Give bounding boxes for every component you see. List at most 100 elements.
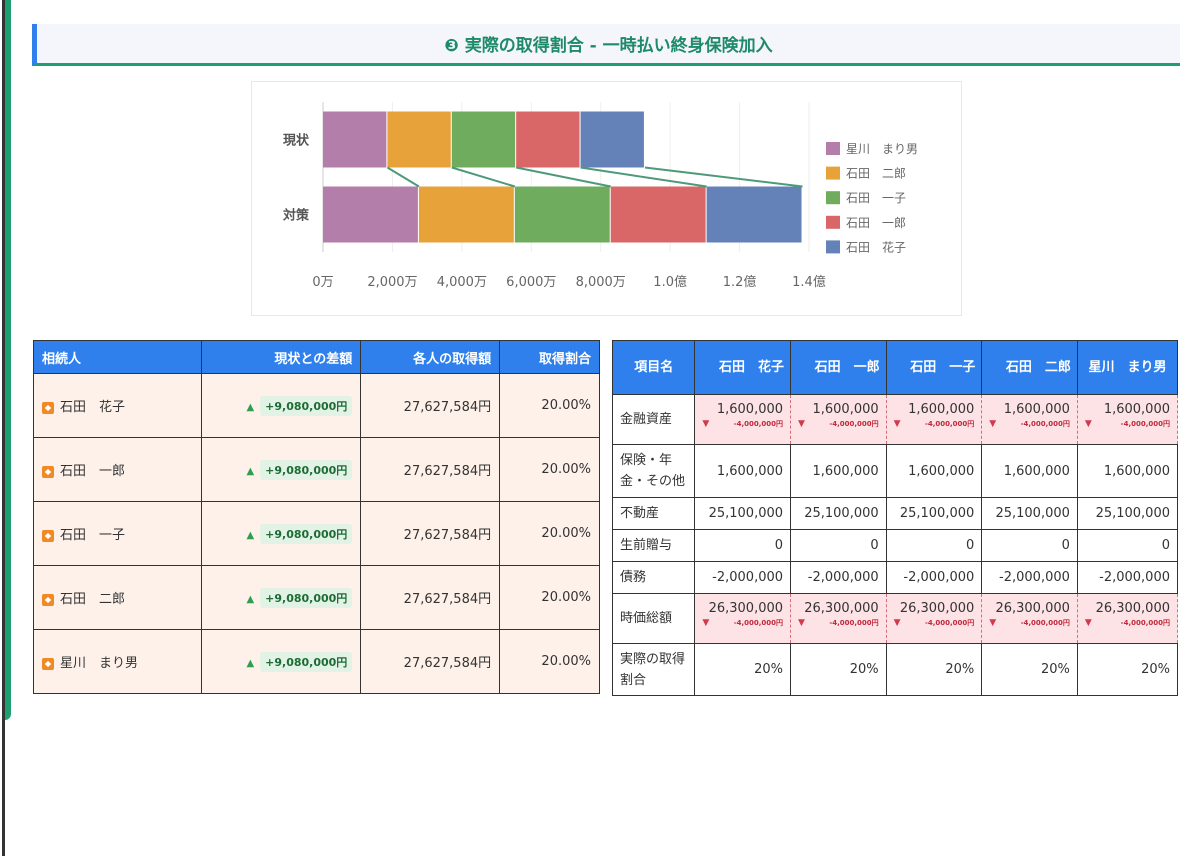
heir-cell: 星川 まり男 bbox=[33, 629, 202, 694]
value-text: 26,300,000 bbox=[899, 601, 975, 616]
person-icon bbox=[42, 465, 54, 478]
heir-name: 石田 花子 bbox=[60, 400, 126, 415]
up-arrow-icon: ▲ bbox=[246, 529, 255, 541]
down-arrow-icon: ▼ bbox=[798, 618, 805, 628]
table-row: 石田 一郎 ▲ +9,080,000円 27,627,584円 20.00% bbox=[33, 437, 600, 502]
x-tick-label: 4,000万 bbox=[437, 275, 487, 290]
x-tick-label: 1.2億 bbox=[723, 274, 757, 290]
ratio-cell: 20.00% bbox=[499, 501, 600, 566]
down-arrow-icon: ▼ bbox=[893, 419, 901, 429]
value-text: 1,600,000 bbox=[1103, 402, 1170, 417]
category-label: 現状 bbox=[283, 133, 310, 149]
down-arrow-icon: ▼ bbox=[702, 419, 710, 429]
change-value: -4,000,000円 bbox=[1120, 619, 1170, 627]
ratio-cell: 20.00% bbox=[499, 437, 600, 502]
connector-line bbox=[451, 166, 516, 188]
diff-cell: ▲ +9,080,000円 bbox=[200, 565, 362, 630]
bar-segment bbox=[610, 186, 706, 243]
table-row: 生前贈与 0 0 0 0 0 bbox=[611, 529, 1179, 562]
change-row: ▼ -4,000,000円 bbox=[1085, 419, 1170, 429]
change-value: -4,000,000円 bbox=[1020, 619, 1070, 627]
legend-swatch bbox=[826, 215, 840, 229]
value-cell: 0 bbox=[1076, 529, 1179, 562]
section-title: ❸ 実際の取得割合 - 一時払い終身保険加入 bbox=[32, 24, 1180, 66]
amount-cell: 27,627,584円 bbox=[360, 501, 501, 566]
value-cell: 1,600,000 ▼ -4,000,000円 bbox=[790, 394, 887, 445]
value-cell: 1,600,000 ▼ -4,000,000円 bbox=[694, 394, 792, 445]
person-icon bbox=[42, 593, 54, 606]
value-cell: 1,600,000 bbox=[1076, 444, 1179, 498]
heir-acquisition-table: 相続人 現状との差額 各人の取得額 取得割合 石田 花子 ▲ +9,080,000円… bbox=[33, 340, 600, 694]
value-cell: 25,100,000 bbox=[1076, 497, 1179, 530]
legend-swatch bbox=[826, 191, 840, 205]
change-value: -4,000,000円 bbox=[829, 420, 879, 428]
bar-segment bbox=[706, 186, 802, 243]
value-cell: 25,100,000 bbox=[885, 497, 983, 530]
value-cell: 1,600,000 bbox=[885, 444, 983, 498]
value-text: 26,300,000 bbox=[995, 601, 1070, 616]
change-value: -4,000,000円 bbox=[1020, 420, 1070, 428]
diff-cell: ▲ +9,080,000円 bbox=[200, 501, 362, 566]
bar-segment bbox=[516, 111, 580, 168]
value-cell: 26,300,000 ▼ -4,000,000円 bbox=[694, 593, 792, 644]
value-cell: 1,600,000 bbox=[981, 444, 1078, 498]
diff-badge: +9,080,000円 bbox=[260, 523, 353, 544]
section-accent-bar bbox=[5, 0, 11, 720]
acquisition-chart: 現状 対策 0万 2,000万 4,000万 6,000万 8,000万 1.0億 1.2億 1.… bbox=[251, 81, 962, 316]
bar-segment bbox=[323, 111, 387, 168]
legend-label: 石田 二郎 bbox=[846, 167, 906, 181]
heir-cell: 石田 二郎 bbox=[33, 565, 202, 630]
table-row: 実際の取得割合 20% 20% 20% 20% 20% bbox=[611, 643, 1179, 696]
legend-label: 石田 一子 bbox=[846, 191, 906, 205]
table-row: 石田 二郎 ▲ +9,080,000円 27,627,584円 20.00% bbox=[33, 565, 600, 630]
value-text: 26,300,000 bbox=[1095, 601, 1170, 616]
value-cell: 0 bbox=[694, 529, 792, 562]
value-cell: 20% bbox=[1076, 643, 1179, 696]
diff-cell: ▲ +9,080,000円 bbox=[200, 629, 362, 694]
col-header-heir: 相続人 bbox=[33, 340, 202, 374]
person-icon bbox=[42, 401, 54, 414]
change-value: -4,000,000円 bbox=[924, 420, 975, 428]
bar-segment bbox=[514, 186, 610, 243]
value-cell: -2,000,000 bbox=[981, 561, 1078, 594]
change-row: ▼ -4,000,000円 bbox=[798, 618, 879, 628]
value-cell: -2,000,000 bbox=[694, 561, 792, 594]
bar-segment bbox=[451, 111, 516, 168]
bar-segment bbox=[323, 186, 418, 243]
change-value: -4,000,000円 bbox=[829, 619, 879, 627]
table-header-row: 項目名 石田 花子 石田 一郎 石田 一子 石田 二郎 星川 まり男 bbox=[611, 340, 1179, 395]
amount-cell: 27,627,584円 bbox=[360, 437, 501, 502]
col-header-ratio: 取得割合 bbox=[499, 340, 600, 374]
value-cell: 0 bbox=[885, 529, 983, 562]
down-arrow-icon: ▼ bbox=[702, 618, 710, 628]
value-cell: 20% bbox=[981, 643, 1078, 696]
down-arrow-icon: ▼ bbox=[893, 618, 901, 628]
down-arrow-icon: ▼ bbox=[798, 419, 805, 429]
x-tick-label: 2,000万 bbox=[367, 275, 417, 290]
item-name-cell: 債務 bbox=[611, 561, 696, 594]
up-arrow-icon: ▲ bbox=[246, 657, 255, 669]
col-header-item: 項目名 bbox=[611, 340, 696, 395]
table-header-row: 相続人 現状との差額 各人の取得額 取得割合 bbox=[33, 340, 600, 374]
x-tick-label: 0万 bbox=[312, 275, 333, 290]
person-icon bbox=[42, 657, 54, 670]
value-cell: 1,600,000 ▼ -4,000,000円 bbox=[885, 394, 983, 445]
change-value: -4,000,000円 bbox=[733, 420, 784, 428]
change-row: ▼ -4,000,000円 bbox=[702, 419, 783, 429]
value-cell: 1,600,000 ▼ -4,000,000円 bbox=[1076, 394, 1179, 445]
change-row: ▼ -4,000,000円 bbox=[989, 618, 1070, 628]
heir-cell: 石田 花子 bbox=[33, 373, 202, 438]
table-row: 債務 -2,000,000 -2,000,000 -2,000,000 -2,000,0… bbox=[611, 561, 1179, 594]
diff-cell: ▲ +9,080,000円 bbox=[200, 373, 362, 438]
category-label: 対策 bbox=[282, 208, 310, 224]
value-cell: 26,300,000 ▼ -4,000,000円 bbox=[885, 593, 983, 644]
amount-cell: 27,627,584円 bbox=[360, 565, 501, 630]
change-value: -4,000,000円 bbox=[924, 619, 975, 627]
ratio-cell: 20.00% bbox=[499, 629, 600, 694]
value-cell: 20% bbox=[790, 643, 887, 696]
table-row: 石田 一子 ▲ +9,080,000円 27,627,584円 20.00% bbox=[33, 501, 600, 566]
col-header-heir: 石田 一郎 bbox=[790, 340, 887, 395]
col-header-amount: 各人の取得額 bbox=[360, 340, 501, 374]
ratio-cell: 20.00% bbox=[499, 373, 600, 438]
change-row: ▼ -4,000,000円 bbox=[989, 419, 1070, 429]
